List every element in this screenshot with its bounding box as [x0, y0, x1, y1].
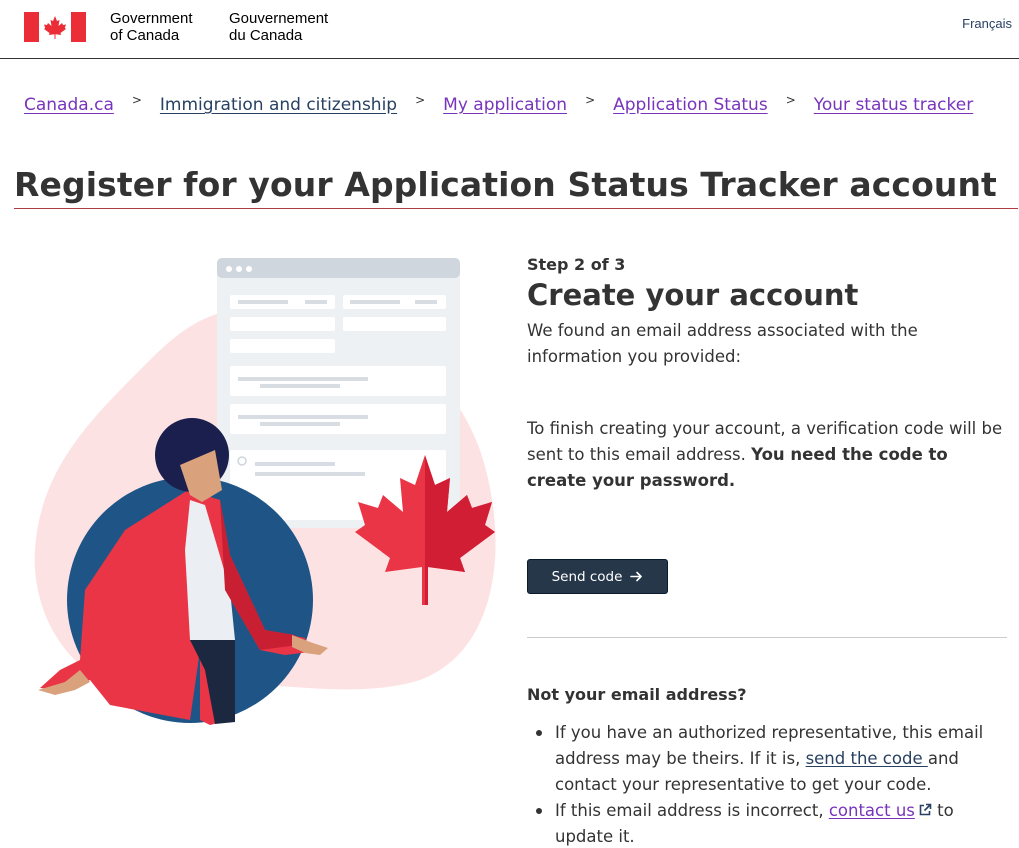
section-heading: Create your account	[527, 278, 859, 312]
not-your-email-heading: Not your email address?	[527, 685, 747, 704]
government-of-canada-en: Government of Canada	[110, 10, 193, 44]
breadcrumb-status-tracker[interactable]: Your status tracker	[814, 95, 973, 115]
breadcrumb-canada-ca[interactable]: Canada.ca	[24, 95, 114, 115]
send-code-button[interactable]: Send code	[527, 559, 668, 594]
list-item-incorrect-email: If this email address is incorrect, cont…	[527, 798, 1007, 848]
arrow-right-icon	[630, 571, 643, 582]
external-link-icon	[919, 803, 932, 816]
account-creation-illustration	[34, 258, 496, 725]
step-content: Step 2 of 3 Create your account We found…	[527, 255, 1007, 846]
breadcrumb: Canada.ca > Immigration and citizenship …	[24, 92, 973, 118]
section-divider	[527, 637, 1007, 638]
contact-us-link[interactable]: contact us	[829, 801, 915, 820]
list-item-representative: If you have an authorized representative…	[527, 720, 1007, 798]
verification-instructions: To finish creating your account, a verif…	[527, 419, 1003, 490]
breadcrumb-separator: >	[585, 93, 596, 107]
step-indicator: Step 2 of 3	[527, 255, 626, 274]
government-of-canada-fr: Gouvernement du Canada	[229, 10, 329, 44]
email-found-text: We found an email address associated wit…	[527, 321, 918, 366]
breadcrumb-immigration[interactable]: Immigration and citizenship	[160, 95, 397, 115]
send-the-code-link[interactable]: send the code	[806, 749, 928, 768]
page-title: Register for your Application Status Tra…	[14, 165, 997, 204]
breadcrumb-my-application[interactable]: My application	[443, 95, 567, 115]
breadcrumb-separator: >	[131, 93, 142, 107]
not-your-email-list: If you have an authorized representative…	[527, 720, 1007, 848]
breadcrumb-separator: >	[415, 93, 426, 107]
language-toggle-link[interactable]: Français	[962, 16, 1012, 31]
breadcrumb-separator: >	[785, 93, 796, 107]
site-header: Government of Canada Gouvernement du Can…	[0, 0, 1019, 59]
canada-flag-icon[interactable]	[24, 12, 86, 42]
send-code-label: Send code	[551, 568, 623, 585]
title-underline	[14, 208, 1018, 209]
breadcrumb-application-status[interactable]: Application Status	[613, 95, 768, 115]
